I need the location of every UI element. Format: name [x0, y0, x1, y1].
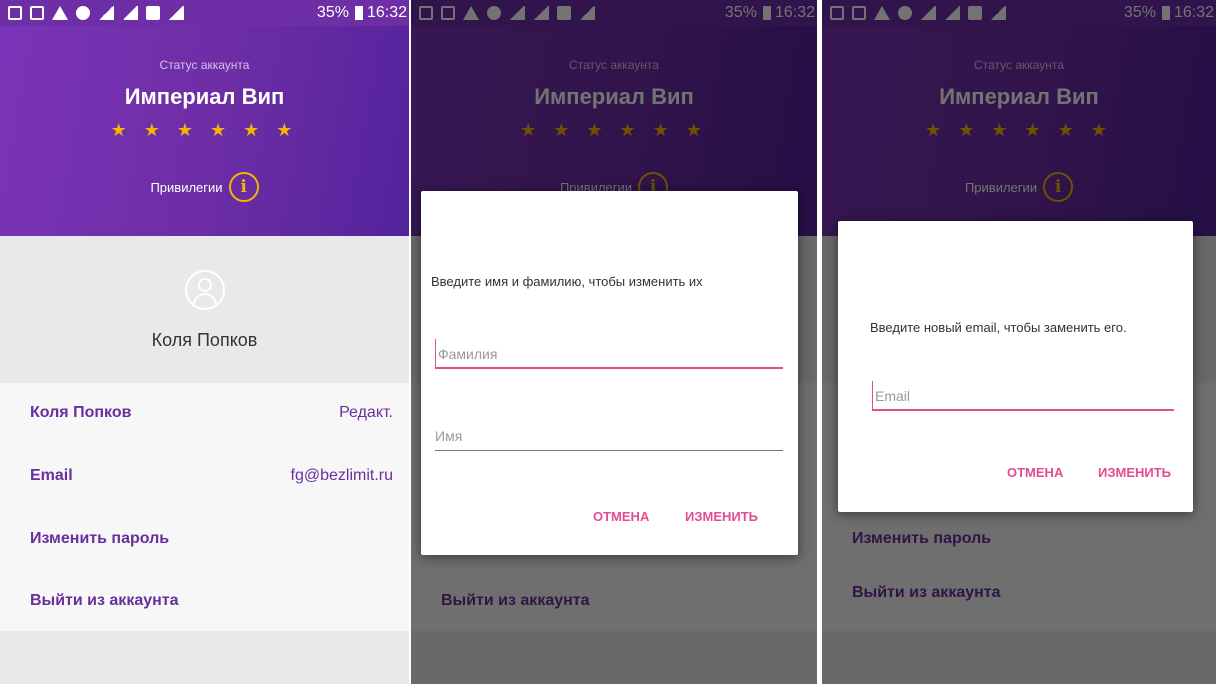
notification-icon	[8, 6, 22, 20]
confirm-button[interactable]: ИЗМЕНИТЬ	[1098, 465, 1171, 480]
battery-percent: 35%	[316, 4, 349, 21]
account-tier-name: Империал Вип	[124, 84, 285, 109]
logout-label: Выйти из аккаунта	[30, 592, 179, 609]
edit-email-dialog: Введите новый email, чтобы заменить его.…	[838, 221, 1193, 512]
edit-name-screen: 35% 16:32 Статус аккаунта Империал Вип ★…	[411, 0, 817, 684]
wifi-icon	[122, 6, 138, 20]
status-icons	[8, 6, 184, 20]
edit-link[interactable]: Редакт.	[339, 404, 393, 422]
mute-icon	[98, 6, 114, 20]
sim-icon	[146, 6, 160, 20]
email-row[interactable]: Email fg@bezlimit.ru	[0, 456, 409, 496]
email-label: Email	[30, 467, 73, 484]
bottom-area	[0, 631, 409, 684]
privileges-label: Привилегии	[150, 179, 223, 195]
status-bar: 35% 16:32	[0, 0, 409, 26]
screenshots-row: 35% 16:32 Статус аккаунта Империал Вип ★…	[0, 0, 1216, 684]
location-icon	[76, 6, 90, 20]
email-value: fg@bezlimit.ru	[290, 467, 394, 484]
privileges-row[interactable]: Привилегии i	[0, 172, 409, 202]
firstname-input[interactable]	[435, 421, 783, 451]
battery-icon	[354, 6, 363, 20]
change-password-item[interactable]: Изменить пароль	[0, 519, 409, 559]
clipboard-icon	[30, 6, 44, 20]
account-status-label: Статус аккаунта	[159, 58, 250, 72]
surname-input[interactable]	[435, 339, 783, 369]
name-row[interactable]: Коля Попков Редакт.	[0, 393, 409, 433]
account-header: Статус аккаунта Империал Вип ★ ★ ★ ★ ★ ★…	[0, 26, 409, 236]
change-password-label: Изменить пароль	[30, 530, 170, 547]
firstname-field[interactable]	[435, 421, 783, 451]
profile-name: Коля Попков	[151, 330, 258, 350]
surname-underline	[435, 367, 783, 369]
firstname-underline	[435, 450, 783, 451]
info-icon[interactable]: i	[228, 172, 259, 202]
email-underline	[872, 409, 1174, 411]
confirm-button[interactable]: ИЗМЕНИТЬ	[685, 509, 758, 524]
warning-icon	[52, 6, 68, 20]
logout-item[interactable]: Выйти из аккаунта	[0, 581, 409, 621]
settings-list: Коля Попков Редакт. Email fg@bezlimit.ru…	[0, 383, 409, 631]
cancel-button[interactable]: ОТМЕНА	[593, 509, 649, 524]
edit-email-screen: 35% 16:32 Статус аккаунта Империал Вип ★…	[822, 0, 1216, 684]
account-screen: 35% 16:32 Статус аккаунта Империал Вип ★…	[0, 0, 409, 684]
email-field[interactable]	[872, 381, 1174, 411]
signal-icon	[168, 6, 184, 20]
email-input[interactable]	[872, 381, 1174, 411]
edit-name-dialog: Введите имя и фамилию, чтобы изменить их…	[421, 191, 798, 555]
rating-stars: ★ ★ ★ ★ ★ ★	[110, 120, 299, 140]
avatar-icon	[184, 270, 225, 310]
clock: 16:32	[366, 4, 407, 21]
surname-field[interactable]	[435, 339, 783, 369]
dialog-prompt: Введите имя и фамилию, чтобы изменить их	[431, 274, 703, 289]
profile-block: Коля Попков	[0, 236, 409, 383]
dialog-prompt: Введите новый email, чтобы заменить его.	[870, 320, 1127, 335]
name-label: Коля Попков	[30, 404, 132, 421]
cancel-button[interactable]: ОТМЕНА	[1007, 465, 1063, 480]
